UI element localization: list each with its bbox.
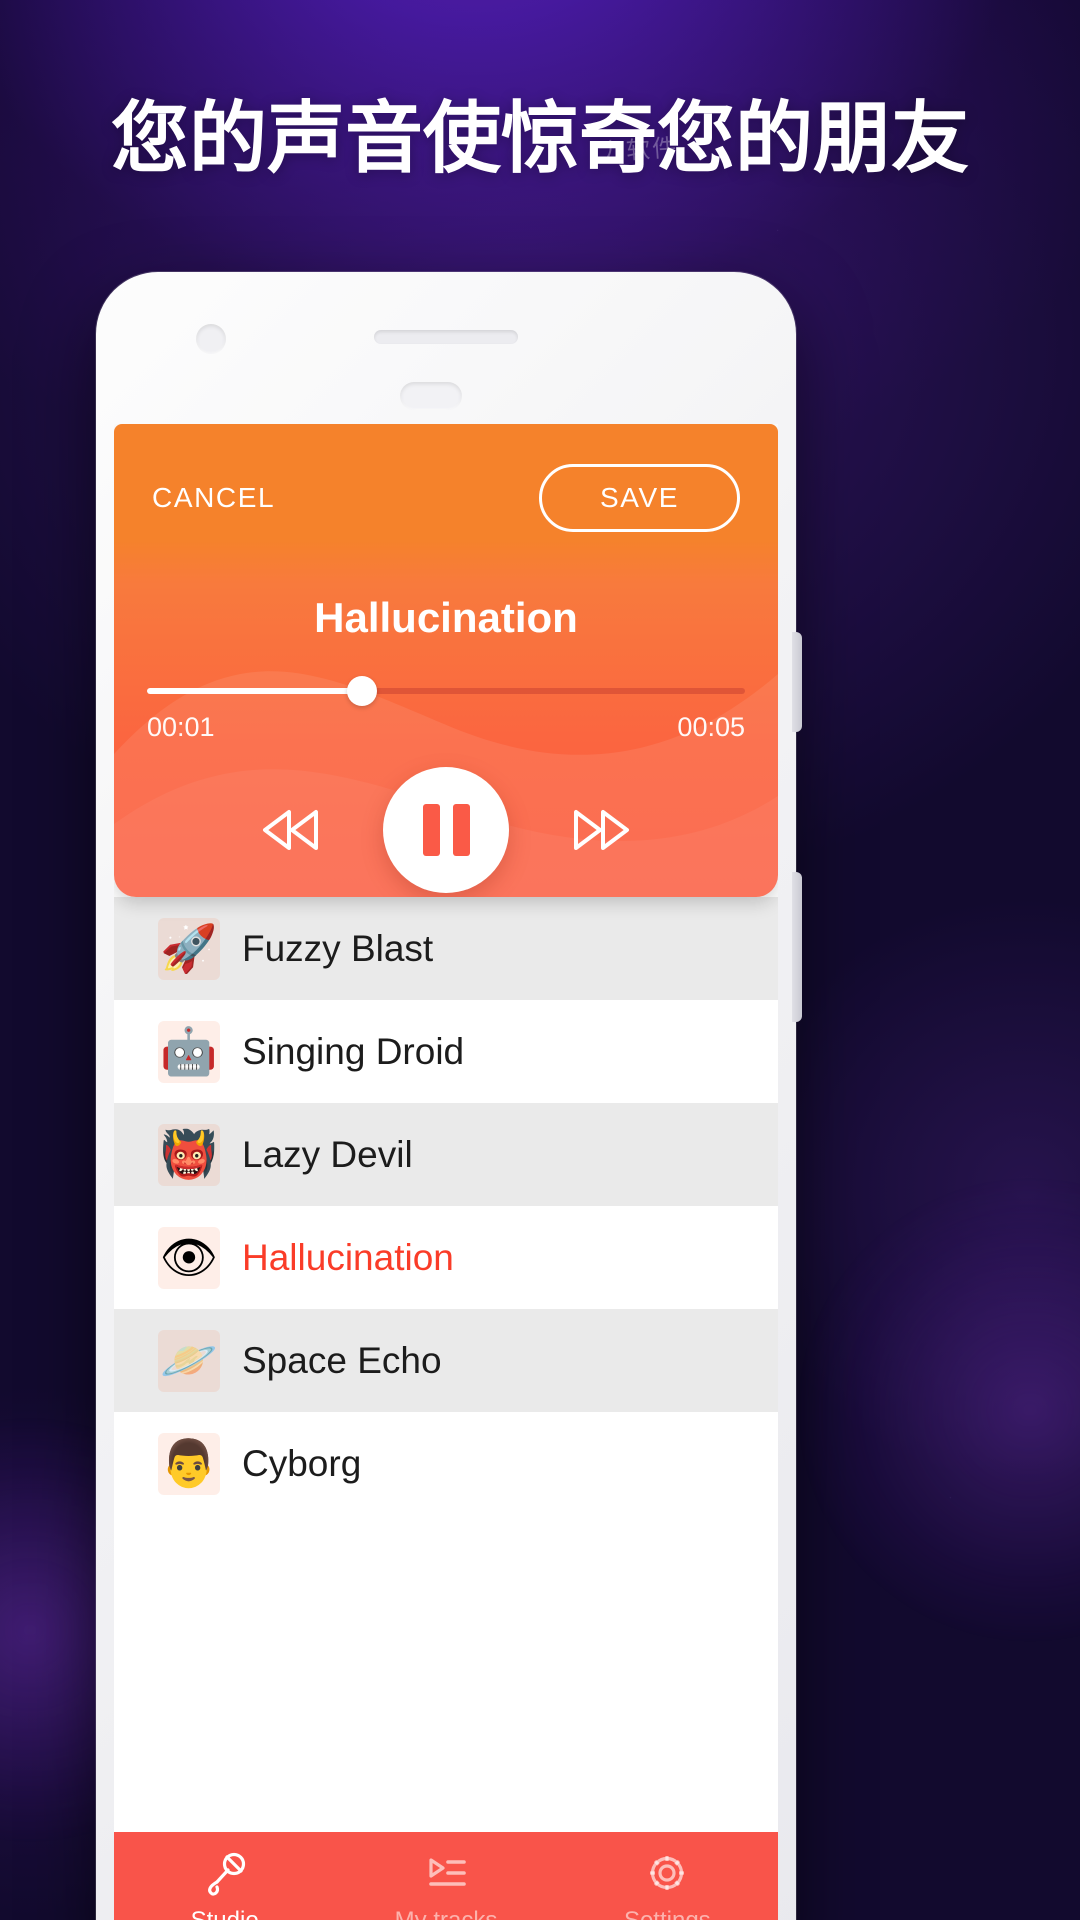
player-track-title: Hallucination [314,594,578,641]
player-top-bar: CANCEL SAVE [114,424,778,572]
track-name: Lazy Devil [242,1133,413,1175]
phone-mockup: CANCEL SAVE Hallucination 00:01 00:05 🚀 … [96,272,802,1920]
devil-icon: 👹 [158,1123,220,1186]
promo-headline: 您的声音使惊奇您的朋友 [110,94,969,182]
cancel-button[interactable]: CANCEL [152,482,275,514]
track-row[interactable]: 👹 Lazy Devil [114,1103,778,1206]
nav-tab-studio[interactable]: Studio [114,1832,335,1920]
track-row[interactable]: 🚀 Fuzzy Blast [114,897,778,1000]
nav-tab-my-tracks[interactable]: My tracks [335,1832,556,1920]
track-row[interactable]: 👨 Cyborg [114,1412,778,1515]
track-row[interactable]: 🤖 Singing Droid [114,1000,778,1103]
rocket-icon: 🚀 [158,917,220,980]
track-row[interactable]: 👁 Hallucination [114,1206,778,1309]
volume-button[interactable] [792,632,802,732]
pause-icon-bar-left [422,804,440,856]
track-name: Cyborg [242,1442,362,1484]
pause-icon-bar-right [452,804,470,856]
player-time-row: 00:01 00:05 [147,712,745,743]
nav-label-studio: Studio [191,1907,259,1920]
phone-screen: CANCEL SAVE Hallucination 00:01 00:05 🚀 … [114,424,778,1920]
seek-track[interactable] [147,676,745,706]
power-button[interactable] [792,872,802,1022]
fast-forward-button[interactable] [565,799,637,861]
microphone-icon [198,1849,252,1899]
nav-label-settings: Settings [624,1907,711,1920]
rewind-button[interactable] [255,799,327,861]
bottom-navigation: Studio My tracks [114,1832,778,1920]
sensor-notch [400,382,462,410]
seek-fill [147,688,363,694]
save-button[interactable]: SAVE [538,464,740,532]
nav-tab-settings[interactable]: Settings [557,1832,778,1920]
track-name: Space Echo [242,1339,442,1381]
player-controls [114,767,778,893]
front-camera-icon [196,324,226,354]
audio-player-card: CANCEL SAVE Hallucination 00:01 00:05 [114,424,778,897]
track-name: Hallucination [242,1236,454,1278]
seek-bar[interactable] [147,676,745,706]
planet-icon: 🪐 [158,1329,220,1392]
cyborg-face-icon: 👨 [158,1432,220,1495]
fast-forward-icon [574,810,629,850]
track-name: Singing Droid [242,1030,465,1072]
earpiece-speaker [374,330,518,344]
gear-icon [640,1849,694,1899]
voice-effect-list: 🚀 Fuzzy Blast 🤖 Singing Droid 👹 Lazy Devil 👁 Ha… [114,897,778,1515]
track-row[interactable]: 🪐 Space Echo [114,1309,778,1412]
track-name: Fuzzy Blast [242,927,434,969]
rewind-icon [263,810,318,850]
robot-icon: 🤖 [158,1020,220,1083]
play-pause-button[interactable] [383,767,509,893]
nav-label-my-tracks: My tracks [395,1907,498,1920]
seek-thumb[interactable] [347,676,378,706]
playlist-icon [419,1849,473,1899]
total-time-label: 00:05 [677,712,745,742]
current-time-label: 00:01 [147,712,215,742]
eye-icon: 👁 [158,1226,220,1289]
